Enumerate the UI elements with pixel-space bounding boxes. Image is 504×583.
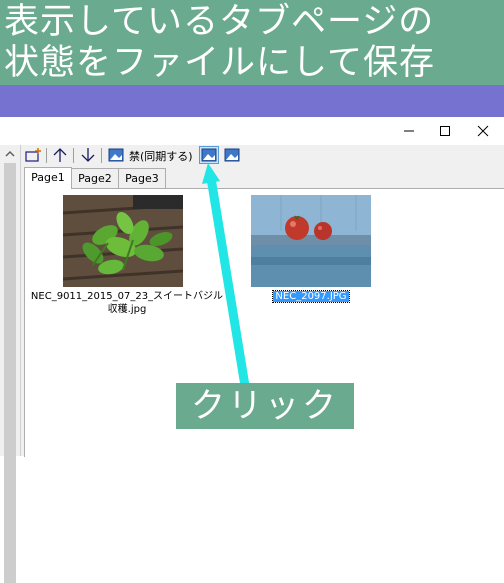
tab-page1[interactable]: Page1 — [24, 167, 72, 189]
click-callout: クリック — [176, 383, 354, 429]
